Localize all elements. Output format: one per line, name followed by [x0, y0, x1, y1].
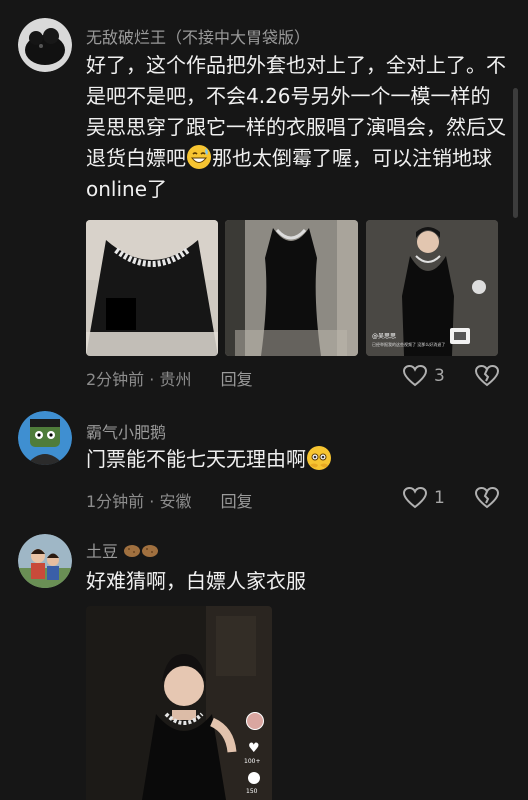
username[interactable]: 霸气小肥鹅: [86, 419, 166, 443]
dot-separator: ·: [149, 370, 155, 389]
like-button[interactable]: 3: [402, 364, 445, 388]
avatar[interactable]: [18, 18, 72, 72]
peeking-face-emoji: [306, 445, 332, 471]
comment-text: 好了，这个作品把外套也对上了，全对上了。不是吧不是吧，不会4.26号另外一个一模…: [86, 53, 506, 201]
comment-location: 贵州: [159, 370, 192, 389]
comment-time: 2分钟前: [86, 370, 145, 389]
dot-separator: ·: [149, 492, 155, 511]
like-button[interactable]: 1: [402, 486, 445, 510]
potato-emoji: [141, 543, 159, 557]
avatar[interactable]: [18, 534, 72, 588]
side-avatar[interactable]: [246, 712, 264, 730]
comment-location: 安徽: [159, 492, 192, 511]
comment-text: 门票能不能七天无理由啊: [86, 444, 506, 475]
username[interactable]: 无敌破烂王（不接中大胃袋版）: [86, 24, 310, 48]
side-count: 150: [246, 788, 258, 795]
broken-heart-icon: [474, 486, 500, 510]
photo-dress-front[interactable]: [225, 220, 358, 356]
side-heart-icon[interactable]: ♥: [248, 742, 262, 756]
heart-icon: [402, 486, 428, 510]
scrollbar[interactable]: [513, 88, 518, 218]
broken-heart-icon: [474, 364, 500, 388]
username[interactable]: 土豆: [86, 538, 159, 562]
comment-meta: 2分钟前 · 贵州 回复: [86, 366, 253, 390]
overlay-handle: @吴思思: [372, 333, 397, 340]
reply-button[interactable]: 回复: [221, 492, 253, 511]
avatar[interactable]: [18, 411, 72, 465]
photo-dress-screenshot[interactable]: @吴思思 已经举报我的这些视频了 没那么好消退了: [366, 220, 498, 356]
like-count: 1: [434, 488, 445, 508]
overlay-caption: 已经举报我的这些视频了 没那么好消退了: [372, 342, 446, 347]
comment-text: 好难猜啊，白嫖人家衣服: [86, 569, 306, 593]
dislike-button[interactable]: [474, 364, 500, 388]
reply-button[interactable]: 回复: [221, 370, 253, 389]
photo-necklace-closeup[interactable]: [86, 220, 218, 356]
grinning-sweat-emoji: [186, 144, 212, 170]
comment-meta: 1分钟前 · 安徽 回复: [86, 488, 253, 512]
side-comment-icon[interactable]: [248, 772, 260, 784]
dislike-button[interactable]: [474, 486, 500, 510]
side-count: 100+: [244, 758, 261, 765]
heart-icon: [402, 364, 428, 388]
photo-woman-black-dress[interactable]: ♥ 100+ 150: [86, 606, 272, 800]
like-count: 3: [434, 366, 445, 386]
potato-emoji: [123, 543, 141, 557]
comment-time: 1分钟前: [86, 492, 145, 511]
